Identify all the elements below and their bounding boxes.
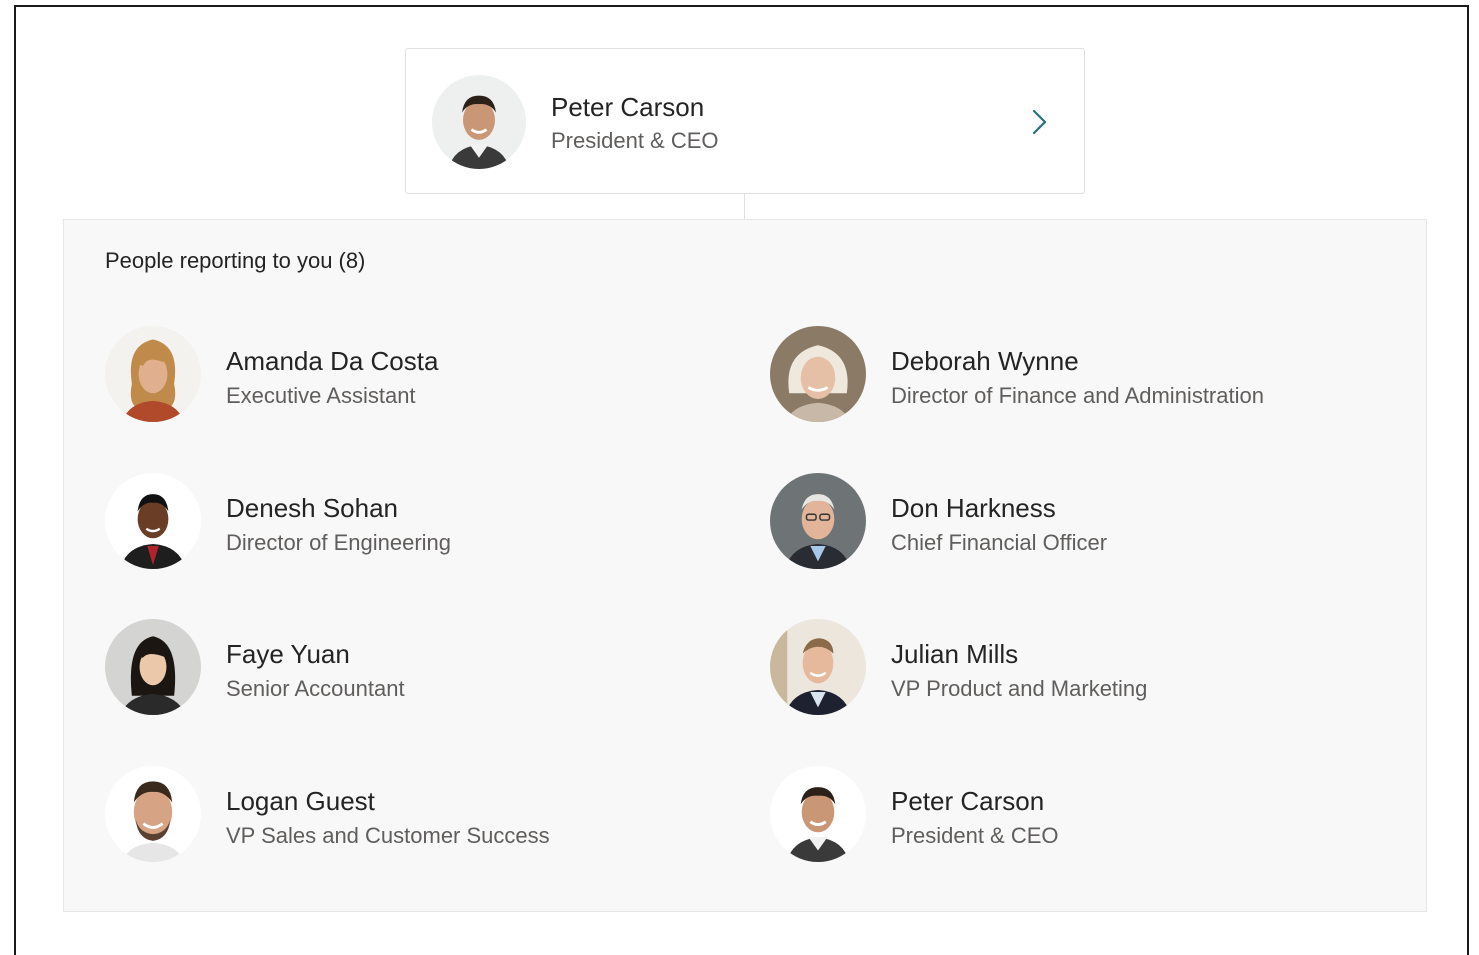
avatar[interactable]: [770, 766, 866, 862]
report-card[interactable]: Faye Yuan Senior Accountant: [105, 619, 705, 719]
report-card[interactable]: Julian Mills VP Product and Marketing: [770, 619, 1370, 719]
report-name: Peter Carson: [891, 786, 1045, 816]
avatar-logan-guest: [105, 766, 201, 862]
report-card[interactable]: Don Harkness Chief Financial Officer: [770, 473, 1370, 573]
report-card[interactable]: Denesh Sohan Director of Engineering: [105, 473, 705, 573]
report-title: President & CEO: [891, 823, 1059, 848]
report-card[interactable]: Peter Carson President & CEO: [770, 766, 1370, 866]
avatar-peter-carson: [432, 75, 526, 169]
report-card[interactable]: Deborah Wynne Director of Finance and Ad…: [770, 326, 1370, 426]
avatar-amanda-da-costa: [105, 326, 201, 422]
avatar[interactable]: [105, 326, 201, 422]
avatar[interactable]: [770, 619, 866, 715]
report-card[interactable]: Logan Guest VP Sales and Customer Succes…: [105, 766, 705, 866]
reports-count: (8): [338, 248, 366, 273]
avatar[interactable]: [105, 619, 201, 715]
avatar-don-harkness: [770, 473, 866, 569]
report-title: Executive Assistant: [226, 383, 416, 408]
org-connector-line: [744, 194, 745, 220]
avatar[interactable]: [105, 766, 201, 862]
reports-panel: People reporting to you (8) Amanda Da Cos…: [63, 219, 1427, 912]
report-title: Senior Accountant: [226, 676, 405, 701]
report-name: Logan Guest: [226, 786, 375, 816]
report-name: Julian Mills: [891, 639, 1019, 669]
report-name: Don Harkness: [891, 493, 1056, 523]
avatar-peter-carson: [770, 766, 866, 862]
chevron-right-icon[interactable]: [1028, 107, 1050, 137]
report-title: Director of Finance and Administration: [891, 383, 1264, 408]
avatar-denesh-sohan: [105, 473, 201, 569]
report-name: Denesh Sohan: [226, 493, 399, 523]
report-name: Deborah Wynne: [891, 346, 1079, 376]
manager-name: Peter Carson: [551, 92, 705, 122]
report-title: VP Product and Marketing: [891, 676, 1148, 701]
avatar-faye-yuan: [105, 619, 201, 715]
manager-card[interactable]: Peter Carson President & CEO: [405, 48, 1085, 194]
report-name: Faye Yuan: [226, 639, 350, 669]
report-card[interactable]: Amanda Da Costa Executive Assistant: [105, 326, 705, 426]
avatar[interactable]: [770, 326, 866, 422]
report-title: VP Sales and Customer Success: [226, 823, 550, 848]
report-name: Amanda Da Costa: [226, 346, 439, 376]
manager-title: President & CEO: [551, 128, 719, 153]
avatar-deborah-wynne: [770, 326, 866, 422]
reports-header-label: People reporting to you: [105, 248, 333, 273]
avatar-julian-mills: [770, 619, 866, 715]
avatar[interactable]: [105, 473, 201, 569]
reports-header: People reporting to you (8): [105, 248, 365, 274]
avatar[interactable]: [432, 75, 526, 169]
report-title: Chief Financial Officer: [891, 530, 1108, 555]
report-title: Director of Engineering: [226, 530, 452, 555]
avatar[interactable]: [770, 473, 866, 569]
